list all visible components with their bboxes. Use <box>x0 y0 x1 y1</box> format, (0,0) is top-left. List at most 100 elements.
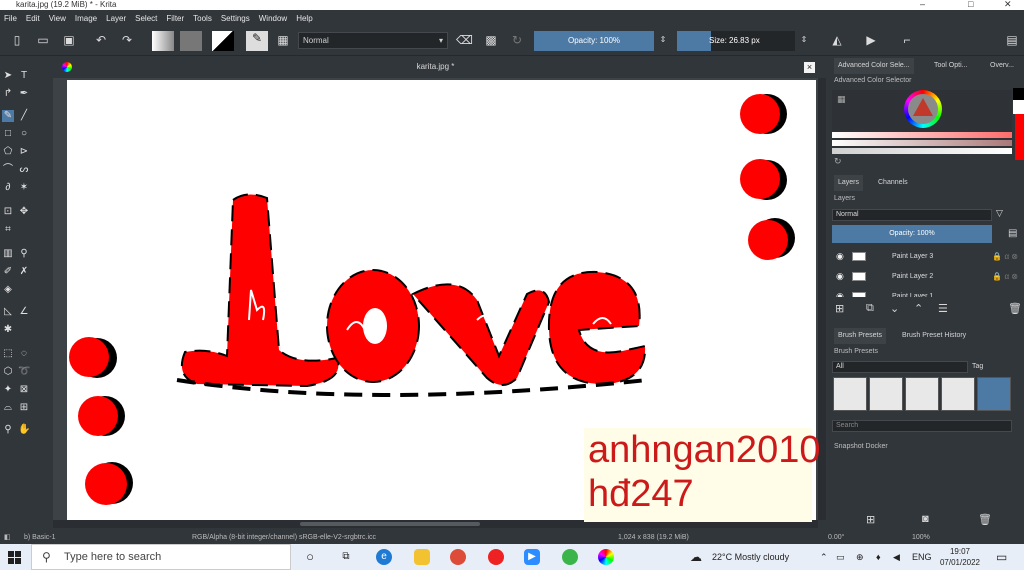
color-gradient-bar[interactable] <box>832 140 1012 146</box>
brush-preset-tile[interactable] <box>905 377 939 411</box>
krita-taskbar-icon[interactable] <box>598 549 614 565</box>
weather-text[interactable]: 22°C Mostly cloudy <box>712 544 789 570</box>
text-tool-icon[interactable]: T <box>18 70 30 82</box>
menu-edit[interactable]: Edit <box>26 14 40 23</box>
mirror-vertical-icon[interactable]: ▶ <box>864 33 878 47</box>
volume-icon[interactable]: ◀ <box>893 544 900 570</box>
eraser-icon[interactable]: ⌫ <box>456 33 473 47</box>
layer-row[interactable]: ◉ Paint Layer 3 🔒 α ⊗ <box>832 247 1020 266</box>
lock-icon[interactable]: 🔒 α ⊗ <box>992 247 1018 266</box>
eye-icon[interactable]: ◉ <box>836 247 844 266</box>
calligraphy-tool-icon[interactable]: ✒ <box>18 88 30 100</box>
background-color-swatch[interactable] <box>1013 88 1024 100</box>
size-stepper[interactable]: ⇕ <box>797 33 811 47</box>
tab-brush-preset-history[interactable]: Brush Preset History <box>898 328 970 344</box>
delete-snapshot-icon[interactable]: 🗑 <box>978 513 992 526</box>
size-slider[interactable]: Size: 26.83 px <box>677 31 795 51</box>
app-icon[interactable] <box>562 549 578 565</box>
start-button[interactable] <box>8 551 21 564</box>
delete-layer-icon[interactable]: 🗑 <box>1008 302 1022 315</box>
brush-preset-tile[interactable] <box>833 377 867 411</box>
rotation-status[interactable]: 0.00° <box>828 532 844 544</box>
filter-icon[interactable]: ▽ <box>996 208 1003 219</box>
color-picker-tool-icon[interactable]: ⚲ <box>18 248 30 260</box>
document-close-button[interactable]: × <box>804 62 815 73</box>
polygon-select-tool-icon[interactable]: ⬡ <box>2 366 14 378</box>
battery-icon[interactable]: ⊕ <box>856 544 864 570</box>
tab-layers[interactable]: Layers <box>834 175 864 191</box>
rect-select-tool-icon[interactable]: ⬚ <box>2 348 14 360</box>
menu-image[interactable]: Image <box>75 14 97 23</box>
line-tool-icon[interactable]: ╱ <box>18 110 30 122</box>
reference-images-tool-icon[interactable]: ✱ <box>2 324 14 336</box>
freehand-select-tool-icon[interactable]: ➰ <box>18 366 30 378</box>
add-layer-icon[interactable]: ⊞ <box>835 302 844 315</box>
brush-search-input[interactable]: Search <box>832 420 1012 432</box>
duplicate-layer-icon[interactable]: ⧉ <box>866 302 874 315</box>
menu-file[interactable]: File <box>4 14 17 23</box>
ellipse-select-tool-icon[interactable]: ◌ <box>18 348 30 360</box>
brush-preset-icon[interactable]: ✎ <box>246 31 268 51</box>
wrap-around-icon[interactable]: ⌐ <box>900 33 914 47</box>
menu-window[interactable]: Window <box>259 14 287 23</box>
language-indicator[interactable]: ENG <box>912 544 932 570</box>
layer-properties-icon[interactable]: ▤ <box>1008 228 1017 239</box>
cortana-icon[interactable]: ○ <box>302 549 318 565</box>
color-triangle[interactable] <box>913 98 933 116</box>
layer-row[interactable]: ◉ Paint Layer 2 🔒 α ⊗ <box>832 267 1020 286</box>
move-tool-icon[interactable]: ✥ <box>18 206 30 218</box>
edge-icon[interactable]: e <box>376 549 392 565</box>
task-view-icon[interactable]: ⧉ <box>338 549 354 565</box>
ellipse-tool-icon[interactable]: ○ <box>18 128 30 140</box>
menu-view[interactable]: View <box>49 14 66 23</box>
brush-filter-select[interactable]: All <box>832 361 968 373</box>
brush-preset-tile[interactable] <box>869 377 903 411</box>
microphone-icon[interactable]: ♦ <box>876 544 881 570</box>
zoom-status[interactable]: 100% <box>912 532 930 544</box>
tag-button[interactable]: Tag <box>972 361 1002 373</box>
app-icon[interactable] <box>488 549 504 565</box>
reload-icon[interactable]: ↻ <box>510 33 524 47</box>
tab-channels[interactable]: Channels <box>874 175 912 191</box>
undo-icon[interactable]: ↶ <box>94 33 108 47</box>
refresh-icon[interactable]: ↻ <box>834 156 842 167</box>
edit-shape-tool-icon[interactable]: ↱ <box>2 88 14 100</box>
opacity-slider[interactable]: Opacity: 100% <box>534 31 654 51</box>
maximize-button[interactable]: □ <box>968 0 973 9</box>
menu-tools[interactable]: Tools <box>193 14 212 23</box>
transform-tool-icon[interactable]: ⊡ <box>2 206 14 218</box>
smart-patch-tool-icon[interactable]: ✗ <box>18 266 30 278</box>
horizontal-scroll-thumb[interactable] <box>300 522 480 526</box>
tab-overview[interactable]: Overv... <box>986 58 1018 74</box>
blend-mode-select[interactable]: Normal ▾ <box>298 32 448 49</box>
layer-blend-select[interactable]: Normal <box>832 209 992 221</box>
pattern-swatch[interactable] <box>180 31 202 51</box>
freehand-brush-tool-icon[interactable]: ✎ <box>2 110 14 122</box>
bezier-tool-icon[interactable]: ⌒ <box>2 164 14 176</box>
document-tab[interactable]: karita.jpg * <box>53 58 818 78</box>
lock-icon[interactable]: 🔒 α ⊗ <box>992 267 1018 286</box>
gradient-tool-icon[interactable]: ▥ <box>2 248 14 260</box>
preserve-alpha-icon[interactable]: ▩ <box>484 33 498 47</box>
contiguous-select-tool-icon[interactable]: ✦ <box>2 384 14 396</box>
rectangle-tool-icon[interactable]: □ <box>2 128 14 140</box>
zoom-tool-icon[interactable]: ⚲ <box>2 424 14 436</box>
menu-settings[interactable]: Settings <box>221 14 250 23</box>
close-button[interactable]: ✕ <box>1004 0 1012 9</box>
measure-tool-icon[interactable]: ∠ <box>18 306 30 318</box>
bezier-select-tool-icon[interactable]: ⌓ <box>2 402 14 414</box>
chrome-icon[interactable] <box>450 549 466 565</box>
eye-icon[interactable]: ◉ <box>836 267 844 286</box>
minimize-button[interactable]: – <box>920 0 925 9</box>
similar-select-tool-icon[interactable]: ⊠ <box>18 384 30 396</box>
docker-menu-icon[interactable]: ▤ <box>1005 33 1019 47</box>
polyline-tool-icon[interactable]: ⊳ <box>18 146 30 158</box>
assistant-tool-icon[interactable]: ◺ <box>2 306 14 318</box>
colorize-mask-tool-icon[interactable]: ✐ <box>2 266 14 278</box>
magnetic-select-tool-icon[interactable]: ⊞ <box>18 402 30 414</box>
taskbar-search-input[interactable]: Type here to search <box>31 544 291 570</box>
open-folder-icon[interactable]: ▭ <box>36 33 50 47</box>
multibrush-tool-icon[interactable]: ✶ <box>18 182 30 194</box>
camera-icon[interactable]: ◙ <box>922 513 929 525</box>
network-icon[interactable]: ▭ <box>836 544 845 570</box>
